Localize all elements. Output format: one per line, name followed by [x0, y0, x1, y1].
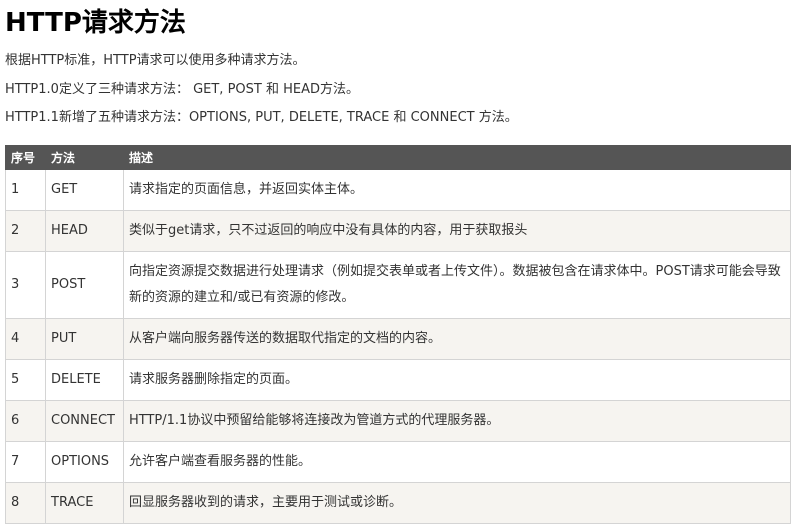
row-method: GET [45, 169, 124, 211]
row-method: DELETE [45, 359, 124, 401]
row-method: POST [45, 251, 124, 319]
row-method: PUT [45, 318, 124, 360]
row-description: 向指定资源提交数据进行处理请求（例如提交表单或者上传文件）。数据被包含在请求体中… [123, 251, 791, 319]
row-description: 请求指定的页面信息，并返回实体主体。 [123, 169, 791, 211]
page-title: HTTP请求方法 [5, 8, 186, 38]
row-number: 5 [5, 359, 46, 401]
row-description: 请求服务器删除指定的页面。 [123, 359, 791, 401]
row-description: HTTP/1.1协议中预留给能够将连接改为管道方式的代理服务器。 [123, 400, 791, 442]
table-header-row: 序号 方法 描述 [5, 145, 791, 170]
row-method: CONNECT [45, 400, 124, 442]
row-number: 3 [5, 251, 46, 319]
row-number: 7 [5, 441, 46, 483]
http11-paragraph: HTTP1.1新增了五种请求方法：OPTIONS, PUT, DELETE, T… [5, 110, 518, 125]
row-number: 8 [5, 482, 46, 524]
table-row: 5 DELETE 请求服务器删除指定的页面。 [5, 359, 791, 401]
http-methods-table: 序号 方法 描述 1 GET 请求指定的页面信息，并返回实体主体。 2 HEAD… [5, 145, 791, 524]
header-description: 描述 [123, 145, 791, 170]
intro-paragraph: 根据HTTP标准，HTTP请求可以使用多种请求方法。 [5, 53, 306, 68]
row-method: HEAD [45, 210, 124, 252]
row-description: 从客户端向服务器传送的数据取代指定的文档的内容。 [123, 318, 791, 360]
row-description: 类似于get请求，只不过返回的响应中没有具体的内容，用于获取报头 [123, 210, 791, 252]
table-row: 1 GET 请求指定的页面信息，并返回实体主体。 [5, 169, 791, 211]
row-number: 1 [5, 169, 46, 211]
table-row: 7 OPTIONS 允许客户端查看服务器的性能。 [5, 441, 791, 483]
table-row: 2 HEAD 类似于get请求，只不过返回的响应中没有具体的内容，用于获取报头 [5, 210, 791, 252]
header-number: 序号 [5, 145, 46, 170]
http10-paragraph: HTTP1.0定义了三种请求方法： GET, POST 和 HEAD方法。 [5, 82, 359, 97]
table-row: 4 PUT 从客户端向服务器传送的数据取代指定的文档的内容。 [5, 318, 791, 360]
table-row: 8 TRACE 回显服务器收到的请求，主要用于测试或诊断。 [5, 482, 791, 524]
row-number: 6 [5, 400, 46, 442]
row-description: 回显服务器收到的请求，主要用于测试或诊断。 [123, 482, 791, 524]
row-number: 4 [5, 318, 46, 360]
row-description: 允许客户端查看服务器的性能。 [123, 441, 791, 483]
table-row: 3 POST 向指定资源提交数据进行处理请求（例如提交表单或者上传文件）。数据被… [5, 251, 791, 319]
row-method: TRACE [45, 482, 124, 524]
row-method: OPTIONS [45, 441, 124, 483]
table-row: 6 CONNECT HTTP/1.1协议中预留给能够将连接改为管道方式的代理服务… [5, 400, 791, 442]
header-method: 方法 [45, 145, 124, 170]
row-number: 2 [5, 210, 46, 252]
